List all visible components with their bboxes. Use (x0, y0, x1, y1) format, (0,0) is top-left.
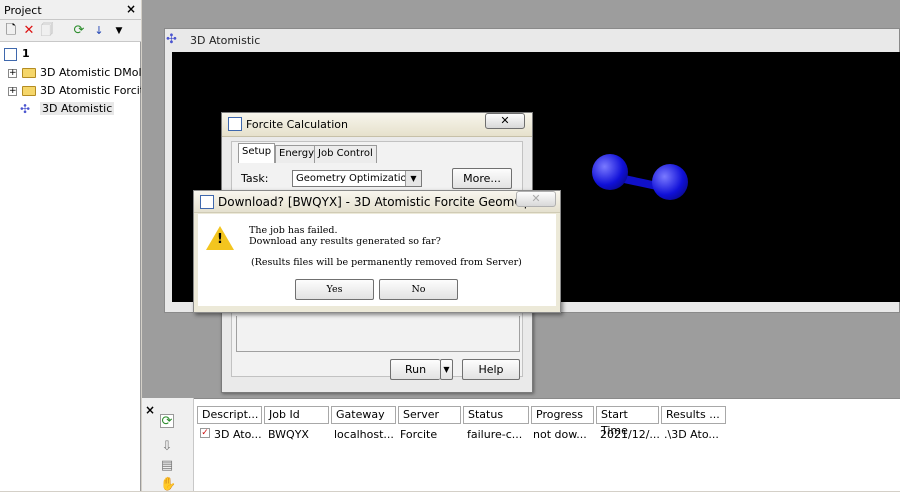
download-title: Download? [BWQYX] - 3D Atomistic Forcite… (218, 195, 537, 209)
chevron-down-icon[interactable]: ▼ (111, 23, 127, 39)
folder-icon (22, 68, 36, 78)
forcite-title: Forcite Calculation (246, 118, 348, 131)
tab-energy[interactable]: Energy (275, 145, 319, 163)
column-header-results[interactable]: Results ... (661, 406, 726, 424)
tree-item-3d-atomistic[interactable]: ✣ 3D Atomistic (0, 100, 141, 118)
sort-icon[interactable]: ↓ (91, 23, 107, 39)
atom[interactable] (592, 154, 628, 190)
molecule-icon: ✣ (166, 32, 177, 47)
tab-job-control[interactable]: Job Control (314, 145, 377, 163)
cell-server: Forcite (400, 428, 438, 441)
column-header-start-time[interactable]: Start Time (596, 406, 659, 437)
message-line-3: (Results files will be permanently remov… (251, 257, 522, 268)
tree-item-label: 3D Atomistic (40, 102, 115, 115)
download-icon[interactable]: ⇩ (160, 440, 174, 454)
tab-setup[interactable]: Setup (238, 143, 276, 163)
close-button[interactable]: ✕ (516, 191, 556, 207)
close-icon[interactable]: × (145, 403, 155, 417)
task-label: Task: (241, 172, 269, 185)
dialog-icon (200, 195, 214, 209)
refresh-icon[interactable]: ⟳ (71, 23, 87, 39)
no-button[interactable]: No (379, 279, 458, 300)
cell-status: failure-c... (467, 428, 523, 441)
column-header-server[interactable]: Server (398, 406, 461, 424)
new-document-icon[interactable]: 🗋 (3, 23, 19, 39)
close-button[interactable]: ✕ (485, 113, 525, 129)
project-title: Project (4, 4, 42, 17)
checkbox[interactable]: ✓ (200, 428, 210, 438)
column-header-job-id[interactable]: Job Id (264, 406, 329, 424)
tree-item-label: 3D Atomistic DMol (40, 66, 141, 79)
cell-job-id: BWQYX (268, 428, 309, 441)
tree-item-dmol[interactable]: + 3D Atomistic DMol (0, 64, 141, 82)
message-line-2: Download any results generated so far? (249, 236, 441, 247)
help-button[interactable]: Help (462, 359, 520, 380)
chevron-down-icon[interactable]: ▼ (405, 171, 421, 186)
table-row[interactable]: ✓ 3D Ato... BWQYX localhost... Forcite f… (197, 426, 727, 442)
column-header-gateway[interactable]: Gateway (331, 406, 396, 424)
tree-root[interactable]: 1 (0, 45, 141, 63)
task-value: Geometry Optimization (296, 173, 414, 184)
cell-description: 3D Ato... (214, 428, 262, 441)
copy-icon[interactable]: 🗍 (39, 23, 55, 39)
column-header-description[interactable]: Descript... (197, 406, 262, 424)
properties-icon[interactable]: ▤ (160, 459, 174, 473)
hand-icon[interactable]: ✋ (160, 478, 176, 492)
settings-area (236, 316, 520, 352)
run-options-arrow-icon[interactable]: ▼ (440, 359, 453, 380)
run-button[interactable]: Run (390, 359, 440, 380)
tree-item-forcite[interactable]: + 3D Atomistic Forcit (0, 82, 141, 100)
column-header-progress[interactable]: Progress (531, 406, 594, 424)
cell-gateway: localhost... (334, 428, 394, 441)
dialog-icon (228, 117, 242, 131)
message-line-1: The job has failed. (249, 225, 338, 236)
refresh-icon[interactable]: ⟳ (160, 414, 174, 429)
folder-icon (22, 86, 36, 96)
task-select[interactable]: Geometry Optimization (292, 170, 422, 187)
more-button[interactable]: More... (452, 168, 512, 189)
tree-item-label: 3D Atomistic Forcit (40, 84, 141, 97)
cell-results: .\3D Ato... (664, 428, 719, 441)
delete-icon[interactable]: ✕ (21, 23, 37, 39)
cell-progress: not dow... (533, 428, 587, 441)
project-icon (4, 48, 17, 61)
cell-start-time: 2021/12/... (600, 428, 660, 441)
molecule-icon: ✣ (20, 102, 31, 116)
project-toolbar: 🗋 ✕ 🗍 ⟳ ↓ ▼ (0, 20, 141, 42)
tree-root-label: 1 (22, 47, 30, 60)
document-title: 3D Atomistic (190, 34, 261, 47)
close-icon[interactable]: × (126, 2, 136, 16)
expand-icon[interactable]: + (8, 87, 17, 96)
warning-exclamation: ! (217, 232, 223, 247)
atom[interactable] (652, 164, 688, 200)
expand-icon[interactable]: + (8, 69, 17, 78)
column-header-status[interactable]: Status (463, 406, 529, 424)
yes-button[interactable]: Yes (295, 279, 374, 300)
